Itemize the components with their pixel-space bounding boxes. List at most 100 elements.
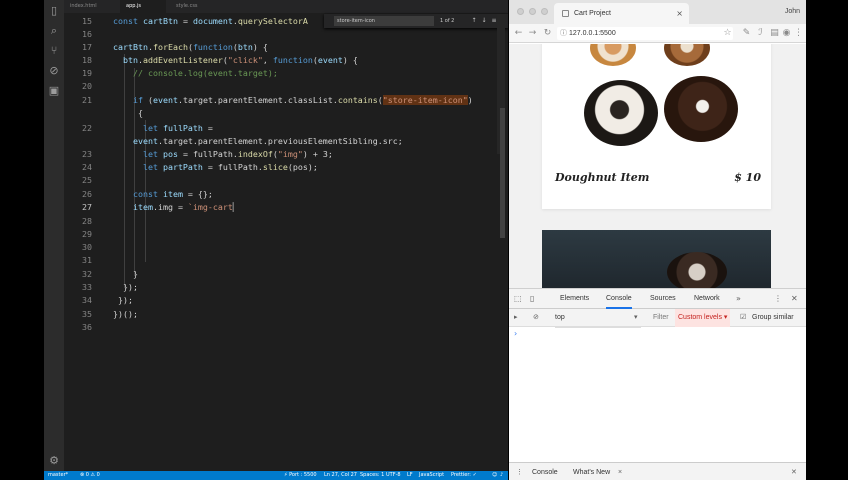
- devtools-panel: ⬚ ▯ Elements Console Sources Network » ⋮…: [509, 288, 806, 480]
- debug-icon[interactable]: ⊘: [47, 64, 61, 78]
- line-number: 15: [82, 16, 92, 26]
- back-icon[interactable]: ←: [513, 24, 524, 43]
- line-number: 35: [82, 309, 92, 319]
- code-line[interactable]: }: [113, 268, 138, 281]
- eol-status[interactable]: LF: [407, 471, 413, 480]
- drawer-close-icon[interactable]: ✕: [791, 463, 797, 480]
- drawer-tab-console[interactable]: Console: [532, 463, 558, 480]
- line-number: 24: [82, 162, 92, 172]
- tab-style-css[interactable]: style.css: [170, 0, 218, 13]
- bookmark-star-icon[interactable]: ☆: [722, 24, 733, 43]
- files-icon[interactable]: ▯: [47, 4, 61, 18]
- extension-icon-4[interactable]: ◉: [781, 24, 792, 43]
- context-dropdown-arrow-icon: ▾: [634, 314, 638, 321]
- more-tabs-icon[interactable]: »: [736, 289, 741, 309]
- settings-gear-icon[interactable]: ⚙: [47, 454, 61, 468]
- sidebar-toggle-icon[interactable]: ▸: [514, 309, 518, 327]
- browser-tab[interactable]: Cart Project ×: [554, 3, 689, 24]
- code-line[interactable]: if (event.target.parentElement.classList…: [113, 94, 473, 107]
- line-number: 28: [82, 216, 92, 226]
- tab-app-js[interactable]: app.js: [120, 0, 166, 13]
- code-line[interactable]: });: [113, 281, 138, 294]
- find-input[interactable]: store-item-icon: [334, 16, 434, 26]
- code-line[interactable]: const cartBtn = document.querySelectorA: [113, 15, 308, 28]
- live-server-port[interactable]: ⚡ Port : 5500: [284, 471, 317, 480]
- tab-close-icon[interactable]: ×: [676, 3, 683, 24]
- vscode-window: ▯ ⌕ ⑂ ⊘ ▣ ⚙ index.html app.js style.css …: [44, 0, 508, 480]
- minimize-window-icon[interactable]: [529, 8, 536, 15]
- product-card[interactable]: [542, 230, 771, 288]
- tab-console[interactable]: Console: [606, 289, 632, 309]
- extension-icon-2[interactable]: ℐ: [755, 24, 766, 43]
- context-selector[interactable]: top: [555, 309, 641, 328]
- drawer-tab-close-icon[interactable]: ×: [618, 463, 622, 480]
- smiley-icon[interactable]: ☺: [492, 471, 497, 480]
- line-number: 19: [82, 68, 92, 78]
- donut-image: [590, 44, 636, 66]
- notification-bell-icon[interactable]: ♪: [500, 471, 503, 480]
- tab-elements[interactable]: Elements: [560, 289, 589, 309]
- drawer-tab-whats-new[interactable]: What's New: [573, 463, 610, 480]
- group-similar-checkbox[interactable]: ☑: [740, 309, 746, 327]
- maximize-window-icon[interactable]: [541, 8, 548, 15]
- reload-icon[interactable]: ↻: [542, 24, 553, 43]
- line-number: 17: [82, 42, 92, 52]
- menu-kebab-icon[interactable]: ⋮: [793, 24, 804, 43]
- extension-icon[interactable]: ✎: [741, 24, 752, 43]
- tab-network[interactable]: Network: [694, 289, 720, 309]
- device-toolbar-icon[interactable]: ▯: [530, 289, 534, 309]
- find-previous-icon[interactable]: ↑: [470, 16, 478, 26]
- extensions-icon[interactable]: ▣: [47, 84, 61, 98]
- line-number: 32: [82, 269, 92, 279]
- code-line[interactable]: btn.addEventListener("click", function(e…: [113, 54, 358, 67]
- indentation-status[interactable]: Spaces: 1: [360, 471, 384, 480]
- inspect-element-icon[interactable]: ⬚: [514, 289, 522, 309]
- language-mode[interactable]: JavaScript: [419, 471, 444, 480]
- devtools-close-icon[interactable]: ✕: [791, 289, 798, 309]
- search-icon[interactable]: ⌕: [47, 24, 61, 38]
- console-prompt[interactable]: ›: [514, 329, 517, 338]
- code-line[interactable]: item.img = `img-cart▏: [113, 201, 238, 214]
- close-window-icon[interactable]: [517, 8, 524, 15]
- tab-title: Cart Project: [574, 10, 611, 17]
- info-icon[interactable]: ⓘ: [560, 27, 567, 40]
- find-next-icon[interactable]: ↓: [480, 16, 488, 26]
- profile-name[interactable]: John: [785, 0, 800, 24]
- code-line[interactable]: const item = {};: [113, 188, 213, 201]
- code-line[interactable]: {: [113, 107, 143, 120]
- donut-image: [664, 76, 738, 142]
- devtools-menu-icon[interactable]: ⋮: [774, 289, 782, 309]
- page-favicon-icon: [562, 10, 569, 17]
- code-line[interactable]: // console.log(event.target);: [113, 67, 278, 80]
- line-number: 36: [82, 322, 92, 332]
- donut-image: [584, 80, 658, 146]
- prettier-status[interactable]: Prettier: ✓: [451, 471, 477, 480]
- cursor-position[interactable]: Ln 27, Col 27: [324, 471, 357, 480]
- address-bar[interactable]: ⓘ 127.0.0.1:5500: [557, 27, 733, 40]
- tab-index-html[interactable]: index.html: [64, 0, 114, 13]
- product-card[interactable]: Doughnut Item $ 10: [542, 44, 771, 209]
- code-line[interactable]: let pos = fullPath.indexOf("img") + 3;: [113, 148, 333, 161]
- line-number: 20: [82, 81, 92, 91]
- code-line[interactable]: })();: [113, 308, 138, 321]
- url-text: 127.0.0.1:5500: [569, 30, 616, 37]
- extension-icon-3[interactable]: ▤: [769, 24, 780, 43]
- forward-icon[interactable]: →: [527, 24, 538, 43]
- code-line[interactable]: event.target.parentElement.previousEleme…: [113, 135, 403, 148]
- problems-status[interactable]: ⊗ 0 ⚠ 0: [80, 471, 100, 480]
- code-line[interactable]: let partPath = fullPath.slice(pos);: [113, 161, 318, 174]
- code-line[interactable]: });: [113, 294, 133, 307]
- encoding-status[interactable]: UTF-8: [386, 471, 401, 480]
- drawer-menu-icon[interactable]: ⋮: [516, 463, 523, 480]
- console-filter-input[interactable]: Filter: [653, 309, 669, 327]
- code-line[interactable]: let fullPath =: [113, 122, 213, 135]
- branch-status[interactable]: master*: [48, 471, 68, 480]
- clear-console-icon[interactable]: ⊘: [533, 309, 539, 327]
- source-control-icon[interactable]: ⑂: [47, 44, 61, 58]
- editor-scrollbar[interactable]: [500, 108, 505, 238]
- log-levels-dropdown[interactable]: Custom levels ▾: [675, 309, 731, 327]
- chrome-window: Cart Project × John ← → ↻ ⓘ 127.0.0.1:55…: [509, 0, 806, 480]
- donut-image: [664, 44, 710, 66]
- tab-sources[interactable]: Sources: [650, 289, 676, 309]
- code-line[interactable]: cartBtn.forEach(function(btn) {: [113, 41, 268, 54]
